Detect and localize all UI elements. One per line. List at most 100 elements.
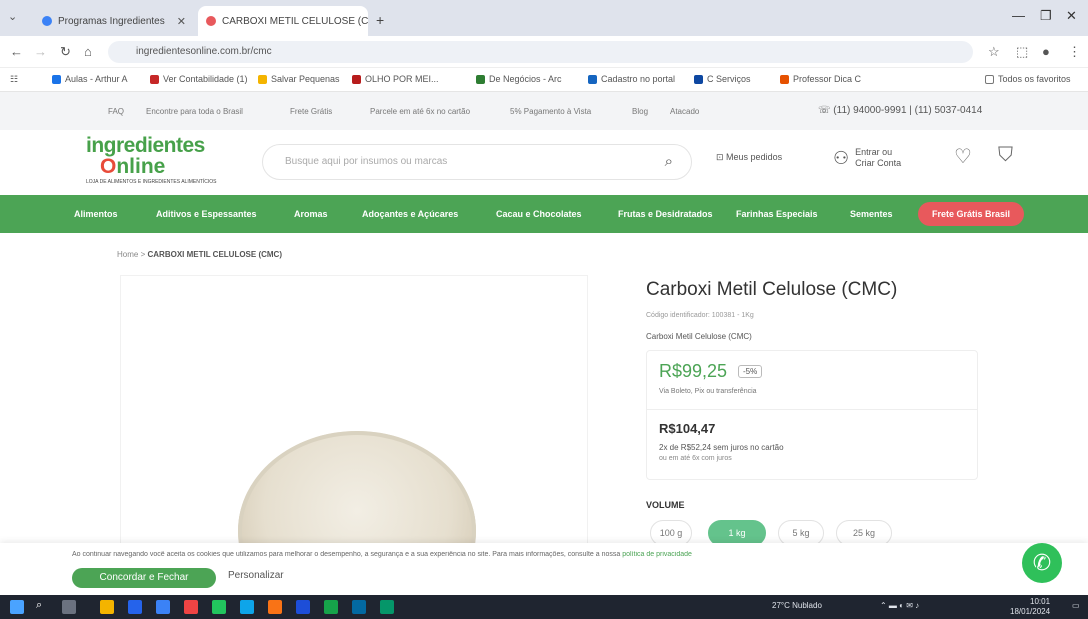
- new-tab-icon[interactable]: +: [376, 12, 384, 28]
- site-logo[interactable]: ingredientes Online LOJA DE ALIMENTOS E …: [86, 134, 236, 185]
- cookie-banner: Ao continuar navegando você aceita os co…: [0, 543, 1088, 595]
- nav-item[interactable]: Alimentos: [74, 209, 118, 219]
- product-image[interactable]: [120, 275, 588, 550]
- bookmark-item[interactable]: Aulas - Arthur A: [52, 74, 128, 84]
- minimize-icon[interactable]: —: [1012, 8, 1025, 23]
- bookmark-item[interactable]: De Negócios - Arc: [476, 74, 562, 84]
- url-field[interactable]: ingredientesonline.com.br/cmc: [108, 41, 973, 63]
- installments-note: ou em até 6x com juros: [659, 455, 732, 462]
- maximize-icon[interactable]: ❐: [1040, 8, 1052, 24]
- box-icon: ⊡: [716, 152, 727, 162]
- close-tab-icon[interactable]: ✕: [177, 15, 186, 28]
- bookmark-star-icon[interactable]: ☆: [988, 44, 1000, 60]
- tab-programas[interactable]: Programas Ingredientes ✕: [34, 6, 194, 36]
- toplink[interactable]: Frete Grátis: [290, 107, 332, 116]
- toplink[interactable]: Encontre para toda o Brasil: [146, 107, 243, 116]
- search-icon[interactable]: ⌕: [665, 145, 673, 179]
- user-icon: ⚇: [833, 148, 850, 168]
- system-tray-icons[interactable]: ⌃ ▬ ◐ ✉ ♪: [880, 601, 919, 610]
- whatsapp-icon[interactable]: ✆: [1022, 543, 1062, 583]
- login-link[interactable]: ⚇ Entrar ou Criar Conta: [833, 147, 901, 169]
- product-subtitle: Carboxi Metil Celulose (CMC): [646, 332, 752, 341]
- home-icon[interactable]: ⌂: [84, 44, 92, 59]
- toplink[interactable]: FAQ: [108, 107, 124, 116]
- clock[interactable]: 10:01 18/01/2024: [1010, 597, 1050, 617]
- chrome-icon[interactable]: [268, 600, 282, 614]
- extensions-icon[interactable]: ⬚: [1016, 44, 1028, 60]
- bookmarks-bar: ☷ Aulas - Arthur A Ver Contabilidade (1)…: [0, 68, 1088, 92]
- app-icon[interactable]: [128, 600, 142, 614]
- menu-icon[interactable]: ⋮: [1068, 44, 1081, 60]
- bookmark-item[interactable]: Ver Contabilidade (1): [150, 74, 248, 84]
- nav-item[interactable]: Sementes: [850, 209, 893, 219]
- windows-taskbar: ⌕ 27°C Nublado ⌃ ▬ ◐ ✉ ♪ 10:01 18/01/2024…: [0, 595, 1088, 619]
- toplink[interactable]: 5% Pagamento à Vista: [510, 107, 591, 116]
- bookmark-item[interactable]: Professor Dica C: [780, 74, 861, 84]
- logo-tagline: LOJA DE ALIMENTOS E INGREDIENTES ALIMENT…: [86, 179, 217, 185]
- apps-icon[interactable]: ☷: [10, 74, 18, 85]
- volume-label: VOLUME: [646, 500, 685, 510]
- task-view-icon[interactable]: [62, 600, 76, 614]
- file-explorer-icon[interactable]: [100, 600, 114, 614]
- installments: 2x de R$52,24 sem juros no cartão: [659, 443, 784, 452]
- toplink[interactable]: Blog: [632, 107, 648, 116]
- breadcrumb-home[interactable]: Home: [117, 250, 138, 259]
- toplink[interactable]: Atacado: [670, 107, 699, 116]
- back-icon[interactable]: ←: [10, 44, 23, 59]
- accept-cookies-button[interactable]: Concordar e Fechar: [72, 568, 216, 588]
- category-nav: Alimentos Aditivos e Espessantes Aromas …: [0, 195, 1088, 233]
- app-icon[interactable]: [212, 600, 226, 614]
- product-photo: [238, 431, 476, 549]
- start-icon[interactable]: [10, 600, 24, 614]
- app-icon[interactable]: [184, 600, 198, 614]
- app-icon[interactable]: [380, 600, 394, 614]
- site-header: ingredientes Online LOJA DE ALIMENTOS E …: [0, 130, 1088, 195]
- app-icon[interactable]: [352, 600, 366, 614]
- pix-note: Via Boleto, Pix ou transferência: [659, 388, 757, 395]
- wishlist-heart-icon[interactable]: ♡: [954, 144, 972, 169]
- search-icon[interactable]: ⌕: [36, 599, 50, 613]
- forward-icon[interactable]: →: [34, 44, 47, 59]
- notification-icon[interactable]: ▭: [1072, 601, 1080, 610]
- phone-contact[interactable]: ☏ (11) 94000-9991 | (11) 5037-0414: [818, 105, 982, 116]
- breadcrumb-separator: >: [140, 250, 146, 259]
- cart-icon[interactable]: ⛉: [998, 144, 1013, 167]
- nav-item[interactable]: Adoçantes e Açúcares: [362, 209, 458, 219]
- cookie-text: Ao continuar navegando você aceita os co…: [72, 551, 692, 558]
- word-icon[interactable]: [296, 600, 310, 614]
- tab-label: Programas Ingredientes: [58, 15, 165, 27]
- tab-label: CARBOXI METIL CELULOSE (C...: [222, 15, 368, 27]
- tab-carboxi[interactable]: CARBOXI METIL CELULOSE (C... ✕: [198, 6, 368, 36]
- bookmark-item[interactable]: C Serviços: [694, 74, 751, 84]
- nav-item[interactable]: Farinhas Especiais: [736, 209, 818, 219]
- edge-icon[interactable]: [240, 600, 254, 614]
- close-window-icon[interactable]: ✕: [1066, 8, 1077, 24]
- free-shipping-button[interactable]: Frete Grátis Brasil: [918, 202, 1024, 226]
- search-placeholder: Busque aqui por insumos ou marcas: [285, 156, 448, 167]
- search-input[interactable]: Busque aqui por insumos ou marcas ⌕: [262, 144, 692, 180]
- track-orders-link[interactable]: ⊡ Meus pedidos: [716, 152, 782, 163]
- privacy-policy-link[interactable]: política de privacidade: [622, 551, 692, 558]
- app-icon[interactable]: [324, 600, 338, 614]
- app-icon[interactable]: [156, 600, 170, 614]
- bookmark-item[interactable]: Cadastro no portal: [588, 74, 675, 84]
- reload-icon[interactable]: ↻: [60, 44, 71, 60]
- nav-item[interactable]: Aromas: [294, 209, 328, 219]
- nav-item[interactable]: Frutas e Desidratados: [618, 209, 713, 219]
- nav-item[interactable]: Aditivos e Espessantes: [156, 209, 257, 219]
- site-top-links: FAQ Encontre para toda o Brasil Frete Gr…: [0, 92, 1088, 130]
- customize-cookies-button[interactable]: Personalizar: [228, 570, 284, 581]
- logo-text-2: Online: [100, 155, 166, 178]
- address-bar: ← → ↻ ⌂ ingredientesonline.com.br/cmc ☆ …: [0, 36, 1088, 68]
- all-bookmarks[interactable]: Todos os favoritos: [985, 74, 1071, 84]
- divider: [647, 409, 977, 410]
- nav-item[interactable]: Cacau e Chocolates: [496, 209, 582, 219]
- browser-tab-bar: ⌄ Programas Ingredientes ✕ CARBOXI METIL…: [0, 0, 1088, 36]
- tab-search-icon[interactable]: ⌄: [8, 10, 17, 23]
- weather-widget[interactable]: 27°C Nublado: [772, 601, 822, 610]
- bookmark-item[interactable]: OLHO POR MEI...: [352, 74, 439, 84]
- breadcrumb: Home > CARBOXI METIL CELULOSE (CMC): [117, 250, 282, 259]
- toplink[interactable]: Parcele em até 6x no cartão: [370, 107, 470, 116]
- profile-icon[interactable]: ●: [1042, 44, 1050, 59]
- bookmark-item[interactable]: Salvar Pequenas: [258, 74, 340, 84]
